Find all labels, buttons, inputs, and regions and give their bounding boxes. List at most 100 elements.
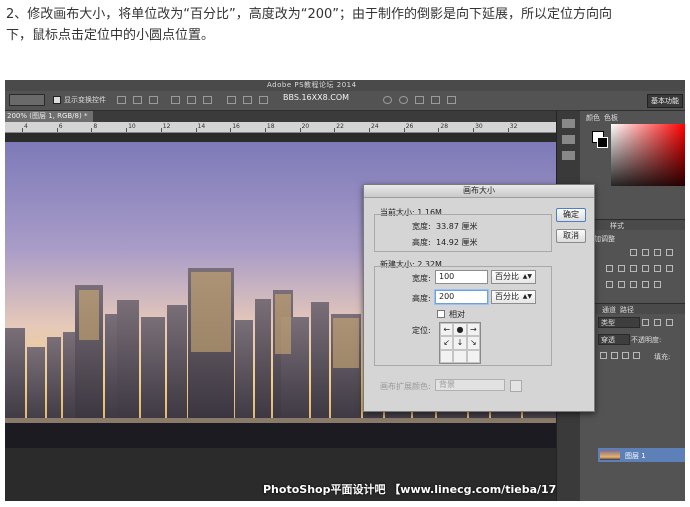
ruler-tick-label: 32 bbox=[509, 123, 518, 130]
ruler-tick-mark bbox=[160, 128, 162, 132]
anchor-middle-left[interactable]: ↙ bbox=[440, 336, 454, 350]
align-bottom-icon[interactable] bbox=[149, 96, 158, 104]
width-unit-arrow-icon: ▲▼ bbox=[522, 273, 532, 280]
selective-color-icon[interactable] bbox=[654, 281, 661, 288]
ruler-tick-label: 18 bbox=[266, 123, 275, 130]
current-height-value: 14.92 厘米 bbox=[436, 238, 478, 247]
exposure-icon[interactable] bbox=[666, 249, 673, 256]
ruler-tick-label: 22 bbox=[336, 123, 344, 130]
ruler-tick-label: 16 bbox=[232, 123, 240, 130]
distribute-top-icon[interactable] bbox=[227, 96, 236, 104]
3d-orbit-icon[interactable] bbox=[383, 96, 392, 104]
tab-color[interactable]: 颜色 bbox=[586, 113, 600, 123]
align-right-icon[interactable] bbox=[203, 96, 212, 104]
3d-roll-icon[interactable] bbox=[399, 96, 408, 104]
height-input[interactable]: 200 bbox=[435, 290, 488, 304]
vibrance-icon[interactable] bbox=[606, 265, 613, 272]
filter-adjust-icon[interactable] bbox=[654, 319, 661, 326]
3d-slide-icon[interactable] bbox=[431, 96, 440, 104]
anchor-bottom-center[interactable] bbox=[453, 349, 467, 363]
tab-styles[interactable]: 样式 bbox=[610, 221, 624, 231]
background-color-swatch[interactable] bbox=[597, 137, 608, 148]
lock-brush-icon[interactable] bbox=[611, 352, 618, 359]
levels-icon[interactable] bbox=[642, 249, 649, 256]
anchor-top-left[interactable]: ← bbox=[440, 323, 454, 337]
ruler-tick-label: 6 bbox=[58, 123, 63, 130]
ruler-tick-mark bbox=[473, 128, 475, 132]
options-bar: 显示变换控件 BBS.16XX8.COM 基本功能 bbox=[5, 91, 685, 111]
3d-pan-icon[interactable] bbox=[415, 96, 424, 104]
align-left-icon[interactable] bbox=[171, 96, 180, 104]
distribute-bottom-icon[interactable] bbox=[259, 96, 268, 104]
ext-color-select[interactable]: 背景 bbox=[435, 379, 505, 391]
photo-filter-icon[interactable] bbox=[654, 265, 661, 272]
ruler-tick-mark bbox=[91, 128, 93, 132]
channel-mixer-icon[interactable] bbox=[666, 265, 673, 272]
hue-saturation-icon[interactable] bbox=[618, 265, 625, 272]
current-height-label: 高度: bbox=[412, 238, 431, 247]
anchor-top-right[interactable]: → bbox=[466, 323, 480, 337]
show-transform-checkbox[interactable] bbox=[53, 96, 61, 104]
ruler-tick-mark bbox=[438, 128, 440, 132]
distribute-middle-icon[interactable] bbox=[243, 96, 252, 104]
tab-swatches[interactable]: 色板 bbox=[604, 113, 618, 123]
color-panel-icon[interactable] bbox=[562, 119, 575, 128]
anchor-bottom-right[interactable] bbox=[466, 349, 480, 363]
height-unit-select[interactable]: 百分比 ▲▼ bbox=[491, 290, 536, 304]
layer-row-1[interactable]: 图层 1 bbox=[598, 448, 685, 462]
width-input[interactable]: 100 bbox=[435, 270, 488, 284]
ruler-tick-label: 8 bbox=[93, 123, 98, 130]
play-icon[interactable] bbox=[562, 135, 575, 144]
height-unit-arrow-icon: ▲▼ bbox=[522, 293, 532, 300]
threshold-icon[interactable] bbox=[630, 281, 637, 288]
black-white-icon[interactable] bbox=[642, 265, 649, 272]
canvas-size-dialog: 画布大小 当前大小: 1.16M 宽度: 33.87 厘米 高度: 14.92 … bbox=[363, 184, 595, 412]
ruler-tick-mark bbox=[126, 128, 128, 132]
anchor-middle-right[interactable]: ↘ bbox=[466, 336, 480, 350]
anchor-middle-center[interactable]: ↓ bbox=[453, 336, 467, 350]
current-width-label: 宽度: bbox=[412, 222, 431, 231]
gradient-map-icon[interactable] bbox=[642, 281, 649, 288]
width-unit-select[interactable]: 百分比 ▲▼ bbox=[491, 270, 536, 284]
posterize-icon[interactable] bbox=[618, 281, 625, 288]
align-center-icon[interactable] bbox=[187, 96, 196, 104]
tool-preset-picker[interactable] bbox=[9, 94, 45, 106]
tab-paths[interactable]: 路径 bbox=[620, 305, 634, 315]
filter-pixel-icon[interactable] bbox=[642, 319, 649, 326]
workspace-switcher[interactable]: 基本功能 bbox=[647, 94, 683, 108]
layers-header: 通道 路径 bbox=[580, 303, 685, 314]
relative-checkbox[interactable] bbox=[437, 310, 445, 318]
ruler-tick-mark bbox=[299, 128, 301, 132]
ruler-tick-mark bbox=[507, 128, 509, 132]
ruler-tick-label: 26 bbox=[405, 123, 414, 130]
filter-type-icon[interactable] bbox=[666, 319, 673, 326]
color-balance-icon[interactable] bbox=[630, 265, 637, 272]
invert-icon[interactable] bbox=[606, 281, 613, 288]
brightness-icon[interactable] bbox=[630, 249, 637, 256]
document-tab[interactable]: 200% (图层 1, RGB/8) * bbox=[5, 111, 93, 122]
anchor-top-center[interactable]: ● bbox=[453, 323, 467, 337]
lock-move-icon[interactable] bbox=[622, 352, 629, 359]
ext-color-swatch[interactable] bbox=[510, 380, 522, 392]
ruler-tick-label: 12 bbox=[162, 123, 171, 130]
align-top-icon[interactable] bbox=[117, 96, 126, 104]
tab-channels[interactable]: 通道 bbox=[602, 305, 616, 315]
ok-button[interactable]: 确定 bbox=[556, 208, 586, 222]
width-label: 宽度: bbox=[412, 274, 431, 283]
ruler-tick-mark bbox=[22, 128, 23, 132]
adjust-icon[interactable] bbox=[562, 151, 575, 160]
styles-header: 样式 bbox=[580, 219, 685, 230]
align-middle-icon[interactable] bbox=[133, 96, 142, 104]
anchor-bottom-left[interactable] bbox=[440, 349, 454, 363]
lock-pixels-icon[interactable] bbox=[600, 352, 607, 359]
lock-all-icon[interactable] bbox=[633, 352, 640, 359]
color-spectrum[interactable] bbox=[611, 124, 685, 186]
ruler-tick-label: 14 bbox=[197, 123, 206, 130]
cancel-button[interactable]: 取消 bbox=[556, 229, 586, 243]
ruler-tick-label: 20 bbox=[301, 123, 310, 130]
curves-icon[interactable] bbox=[654, 249, 661, 256]
fill-label: 填充: bbox=[654, 353, 671, 361]
blend-mode-select[interactable]: 穿透 bbox=[598, 334, 630, 345]
3d-scale-icon[interactable] bbox=[447, 96, 456, 104]
layer-kind-filter[interactable]: 类型 bbox=[598, 317, 640, 328]
